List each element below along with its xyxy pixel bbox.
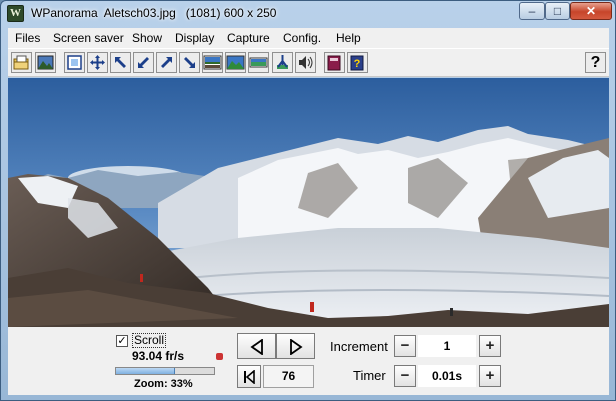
zoom-slider[interactable]	[115, 367, 215, 375]
first-frame-button[interactable]	[237, 365, 261, 388]
picture-icon[interactable]	[35, 52, 56, 73]
scroll-label[interactable]: Scroll	[132, 333, 167, 348]
skip-back-icon	[244, 370, 255, 384]
timer-plus-button[interactable]: +	[479, 365, 501, 387]
toolbar: ? ?	[8, 48, 609, 77]
help-book-icon[interactable]: ?	[347, 52, 368, 73]
menu-display[interactable]: Display	[175, 31, 214, 45]
increment-minus-button[interactable]: −	[394, 335, 416, 357]
zoom-slider-fill	[116, 368, 175, 374]
open-folder-icon[interactable]	[11, 52, 32, 73]
app-icon[interactable]: W	[7, 5, 24, 22]
panorama-view-3-icon[interactable]	[248, 52, 269, 73]
timer-value[interactable]: 0.01s	[418, 365, 476, 387]
record-indicator-icon	[216, 353, 223, 360]
window-title: WPanorama Aletsch03.jpg (1081) 600 x 250	[31, 6, 277, 20]
arrow-up-left-icon[interactable]	[110, 52, 131, 73]
menu-screen-saver[interactable]: Screen saver	[53, 31, 124, 45]
panorama-image	[8, 78, 609, 327]
panorama-viewport[interactable]	[8, 78, 609, 327]
menu-help[interactable]: Help	[336, 31, 361, 45]
book-icon[interactable]	[324, 52, 345, 73]
close-button[interactable]: ✕	[570, 2, 612, 20]
full-screen-icon[interactable]	[87, 52, 108, 73]
tripod-icon[interactable]	[272, 52, 293, 73]
arrow-down-left-icon[interactable]	[133, 52, 154, 73]
help-button[interactable]: ?	[585, 52, 606, 73]
timer-label: Timer	[353, 368, 386, 383]
menu-show[interactable]: Show	[132, 31, 162, 45]
triangle-left-icon	[249, 339, 263, 355]
control-panel: ✓ Scroll 93.04 fr/s Zoom: 33% 76 Increme…	[8, 327, 609, 395]
fit-window-icon[interactable]	[64, 52, 85, 73]
scroll-checkbox[interactable]: ✓	[116, 335, 128, 347]
frame-rate-readout: 93.04 fr/s	[132, 349, 185, 363]
menu-bar: Files Screen saver Show Display Capture …	[8, 28, 609, 48]
panorama-view-1-icon[interactable]	[202, 52, 223, 73]
triangle-right-icon	[289, 339, 303, 355]
increment-label: Increment	[330, 339, 388, 354]
arrow-down-right-icon[interactable]	[179, 52, 200, 73]
speaker-icon[interactable]	[295, 52, 316, 73]
arrow-up-right-icon[interactable]	[156, 52, 177, 73]
zoom-label: Zoom: 33%	[134, 378, 193, 390]
increment-value[interactable]: 1	[418, 335, 476, 357]
app-window: W WPanorama Aletsch03.jpg (1081) 600 x 2…	[0, 0, 616, 401]
menu-config[interactable]: Config.	[283, 31, 321, 45]
next-button[interactable]	[276, 333, 315, 359]
panorama-view-2-icon[interactable]	[225, 52, 246, 73]
title-bar[interactable]: W WPanorama Aletsch03.jpg (1081) 600 x 2…	[1, 1, 615, 27]
timer-minus-button[interactable]: −	[394, 365, 416, 387]
menu-capture[interactable]: Capture	[227, 31, 270, 45]
frame-number: 76	[263, 365, 314, 388]
previous-button[interactable]	[237, 333, 276, 359]
minimize-button[interactable]: –	[519, 2, 545, 20]
svg-text:?: ?	[354, 58, 361, 70]
maximize-button[interactable]: □	[545, 2, 570, 20]
menu-files[interactable]: Files	[15, 31, 40, 45]
increment-plus-button[interactable]: +	[479, 335, 501, 357]
